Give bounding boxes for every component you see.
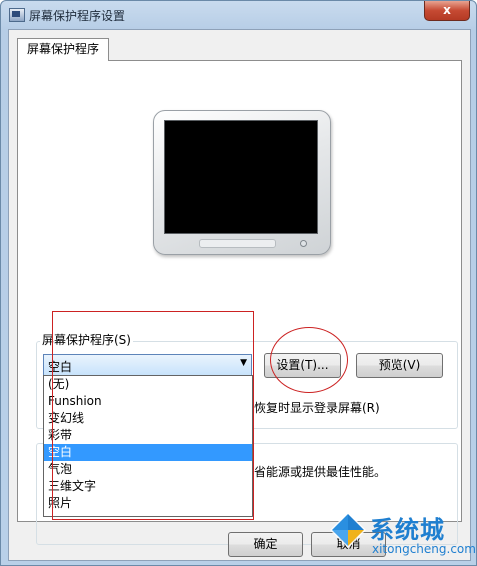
dropdown-option[interactable]: 照片 [44, 495, 252, 512]
settings-button[interactable]: 设置(T)... [264, 353, 341, 378]
window-title: 屏幕保护程序设置 [29, 9, 126, 23]
screensaver-label: 屏幕保护程序(S) [40, 331, 133, 348]
power-led-icon [300, 240, 307, 247]
dropdown-option[interactable]: 彩带 [44, 427, 252, 444]
preview-screen [164, 120, 318, 234]
dropdown-option[interactable]: (无) [44, 376, 252, 393]
chevron-down-icon[interactable]: ▼ [240, 358, 247, 368]
tab-screensaver[interactable]: 屏幕保护程序 [17, 38, 109, 61]
dropdown-option[interactable]: Funshion [44, 393, 252, 410]
screensaver-select-value: 空白 [48, 360, 73, 374]
tab-panel: 屏幕保护程序(S) 空白 ▼ 设置(T)... 预览(V) 恢复时显示登录屏幕(… [17, 60, 462, 545]
screensaver-select[interactable]: 空白 ▼ [43, 354, 252, 377]
dropdown-option-selected[interactable]: 空白 [44, 444, 252, 461]
preview-button[interactable]: 预览(V) [356, 353, 443, 378]
dialog-window: 屏幕保护程序设置 x 屏幕保护程序 屏幕保护程序(S) 空白 ▼ 设置(T)..… [0, 0, 477, 566]
resume-logon-checkbox-label[interactable]: 恢复时显示登录屏幕(R) [254, 399, 380, 416]
monitor-bezel-bar [199, 239, 276, 248]
title-bar: 屏幕保护程序设置 x [1, 1, 476, 29]
dropdown-option[interactable]: 气泡 [44, 461, 252, 478]
close-button[interactable]: x [424, 1, 470, 21]
dialog-client-area: 屏幕保护程序 屏幕保护程序(S) 空白 ▼ 设置(T)... 预览(V) 恢复时… [8, 29, 471, 561]
diamond-logo-icon [330, 512, 366, 548]
dropdown-option[interactable]: 三维文字 [44, 478, 252, 495]
watermark-url-text: xitongcheng.com [372, 542, 476, 556]
monitor-app-icon [9, 8, 25, 22]
watermark: 系统城 xitongcheng.com [322, 506, 476, 562]
screensaver-dropdown-list: (无) Funshion 变幻线 彩带 空白 气泡 三维文字 照片 [43, 375, 253, 517]
watermark-chinese-text: 系统城 [370, 516, 445, 544]
monitor-preview [153, 110, 331, 255]
ok-button[interactable]: 确定 [228, 532, 303, 557]
power-description: 省能源或提供最佳性能。 [254, 465, 387, 479]
dropdown-option[interactable]: 变幻线 [44, 410, 252, 427]
